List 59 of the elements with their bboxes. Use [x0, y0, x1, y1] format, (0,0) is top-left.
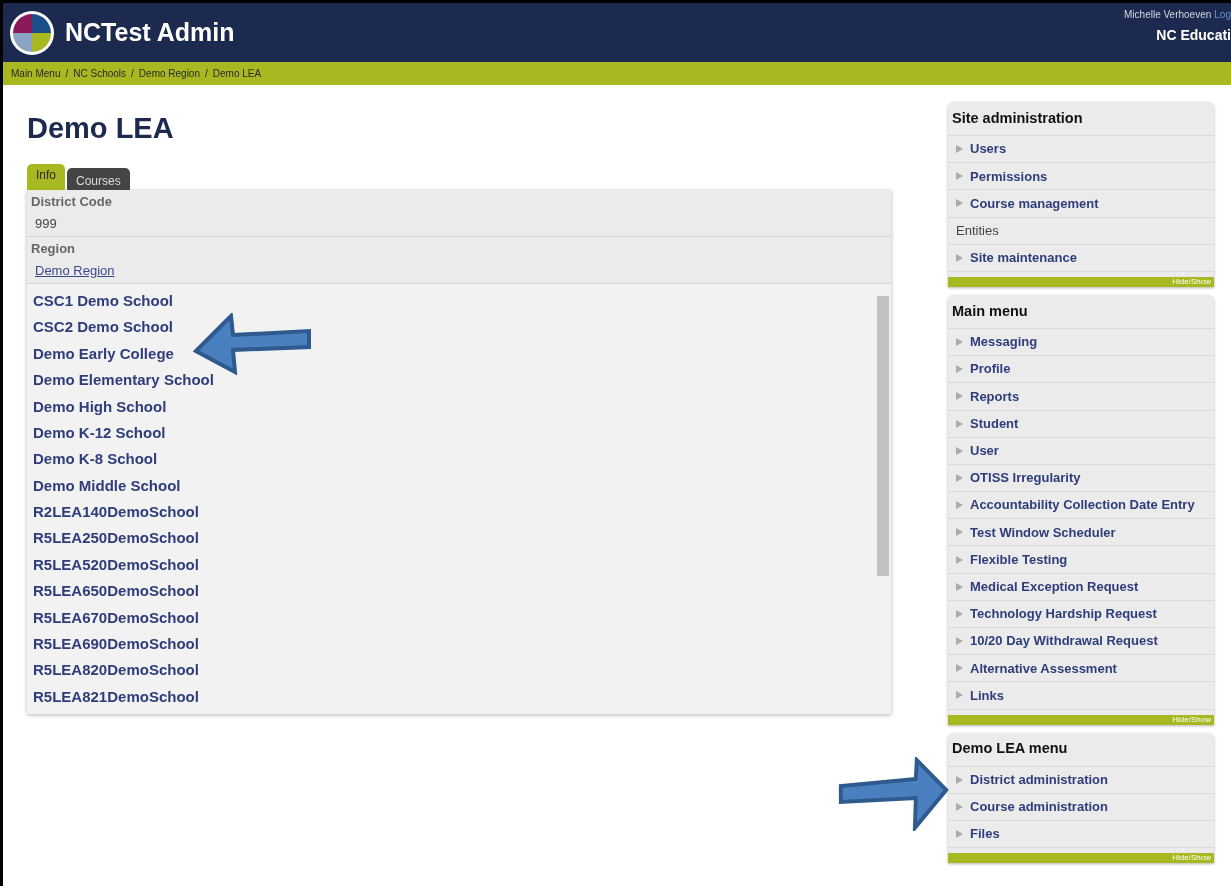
school-link[interactable]: R5LEA650DemoSchool — [33, 580, 199, 603]
school-link[interactable]: CSC1 Demo School — [33, 289, 174, 313]
menu-link[interactable]: Test Window Scheduler — [970, 522, 1116, 543]
school-link[interactable]: R5LEA520DemoSchool — [33, 553, 199, 577]
menu-link[interactable]: Links — [970, 685, 1004, 706]
menu-link[interactable]: Course administration — [970, 797, 1108, 817]
school-link[interactable]: Demo Early College — [33, 342, 174, 366]
school-link[interactable]: Demo Elementary School — [33, 369, 214, 392]
breadcrumb-link[interactable]: Main Menu — [11, 66, 61, 81]
field-value: 999 — [35, 214, 58, 233]
breadcrumb-separator: / — [65, 67, 69, 81]
school-link[interactable]: R5LEA820DemoSchool — [33, 659, 199, 682]
breadcrumb-link[interactable]: Demo Region — [138, 66, 200, 81]
menu-link[interactable]: OTISS Irregularity — [970, 468, 1081, 488]
breadcrumb-link[interactable]: NC Schools — [73, 66, 127, 81]
menu-link[interactable]: Reports — [970, 386, 1020, 407]
menu-link[interactable]: User — [970, 441, 999, 461]
school-link[interactable]: Demo High School — [33, 395, 167, 418]
menu-link[interactable]: Permissions — [970, 166, 1048, 187]
menu-link[interactable]: Users — [970, 139, 1007, 159]
menu-link[interactable]: Course management — [970, 193, 1099, 214]
menu-link[interactable]: Site maintenance — [970, 248, 1077, 268]
organization-name: NC Educati — [1156, 26, 1231, 45]
school-link[interactable]: R2LEA140DemoSchool — [33, 501, 199, 524]
user-name: Michelle Verhoeven — [1124, 8, 1212, 22]
tab[interactable]: Info — [27, 164, 65, 190]
breadcrumb-link[interactable]: Demo LEA — [212, 66, 262, 81]
school-link[interactable]: R5LEA690DemoSchool — [33, 633, 199, 656]
menu-link[interactable]: Files — [970, 824, 1000, 844]
block-title: Main menu — [948, 294, 1214, 329]
menu-link[interactable]: Technology Hardship Request — [970, 604, 1157, 624]
menu-link[interactable]: 10/20 Day Withdrawal Request — [970, 631, 1158, 651]
region-link[interactable]: Demo Region — [35, 260, 115, 280]
page-title: Demo LEA — [27, 111, 175, 146]
app-title: NCTest Admin — [65, 16, 235, 48]
block-title: Demo LEA menu — [948, 732, 1214, 767]
breadcrumb-separator: / — [131, 67, 134, 81]
menu-link[interactable]: Entities — [956, 220, 999, 241]
breadcrumb-separator: / — [205, 67, 208, 81]
menu-link[interactable]: District administration — [970, 769, 1108, 790]
school-link[interactable]: CSC2 Demo School — [33, 316, 174, 339]
school-link[interactable]: R5LEA670DemoSchool — [33, 606, 199, 630]
menu-link[interactable]: Alternative Assessment — [970, 658, 1117, 679]
field-label: District Code — [31, 193, 113, 211]
school-link[interactable]: Demo K-8 School — [33, 448, 158, 471]
school-link[interactable]: Demo Middle School — [33, 474, 181, 498]
school-link[interactable]: R5LEA821DemoSchool — [33, 685, 199, 709]
logout-link[interactable]: Log — [1214, 7, 1231, 22]
school-link[interactable]: Demo K-12 School — [33, 421, 166, 445]
menu-link[interactable]: Flexible Testing — [970, 549, 1068, 570]
menu-link[interactable]: Student — [970, 413, 1019, 434]
block-title: Site administration — [948, 102, 1214, 136]
tab[interactable]: Courses — [67, 168, 130, 190]
school-link[interactable]: R5LEA250DemoSchool — [33, 527, 199, 550]
menu-link[interactable]: Profile — [970, 359, 1011, 379]
menu-link[interactable]: Medical Exception Request — [970, 576, 1139, 597]
field-label: Region — [31, 240, 77, 258]
menu-link[interactable]: Messaging — [970, 332, 1038, 352]
menu-link[interactable]: Accountability Collection Date Entry — [970, 495, 1195, 515]
